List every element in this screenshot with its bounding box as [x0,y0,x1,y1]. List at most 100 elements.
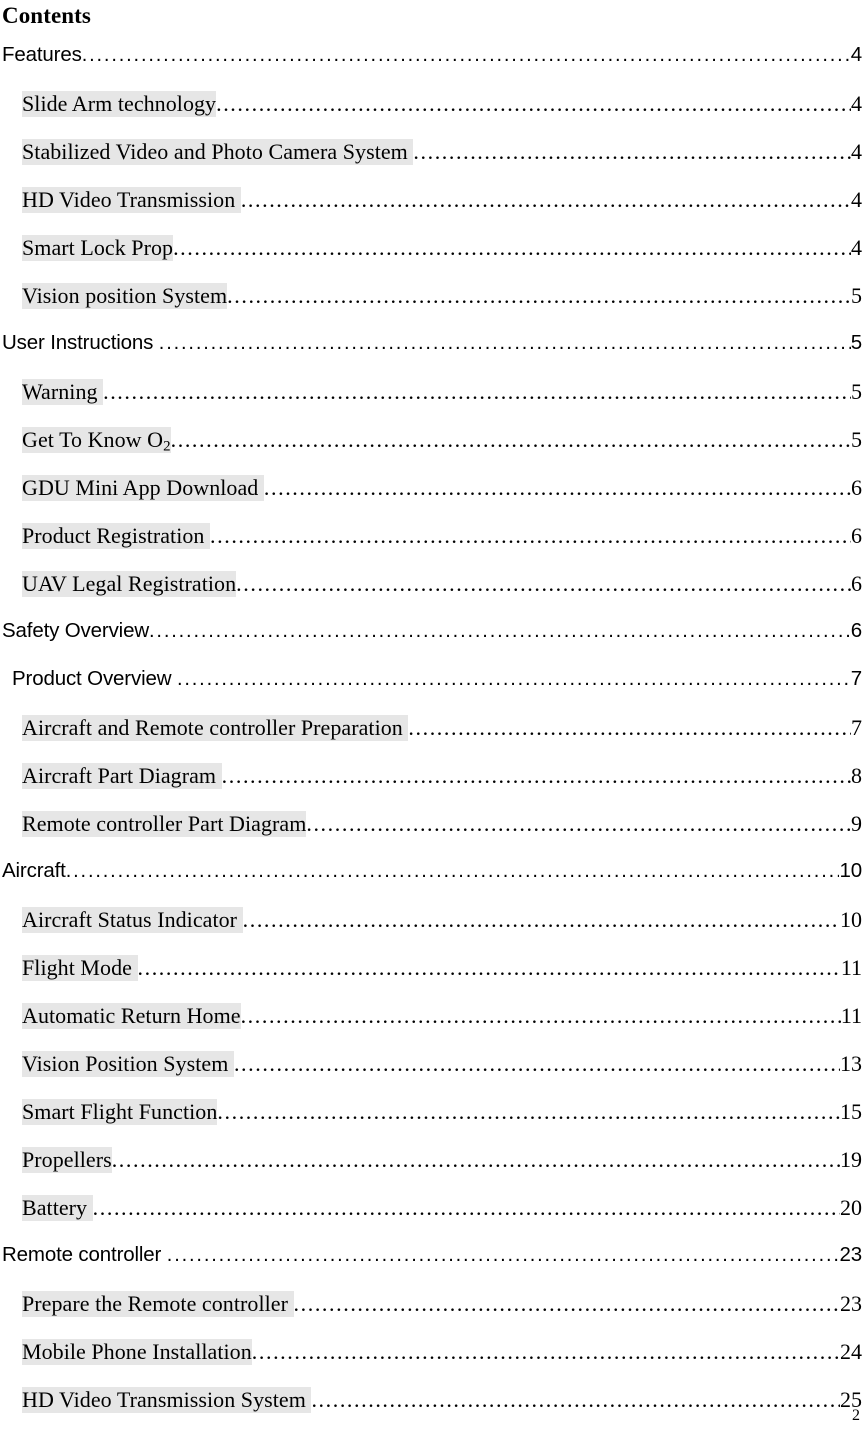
toc-entry-label: Product Registration [22,523,211,549]
toc-entry[interactable]: GDU Mini App Download 6 [2,475,862,523]
toc-dot-leader [177,669,851,689]
toc-entry-label: Slide Arm technology [22,91,217,117]
toc-entry[interactable]: Warning 5 [2,379,862,427]
toc-dot-leader [138,957,841,979]
toc-dot-leader [217,1101,840,1123]
toc-entry[interactable]: Propellers 19 [2,1147,862,1195]
toc-entry-page-number: 5 [851,379,862,404]
subscript: 2 [163,438,171,455]
toc-entry-page-number: 9 [851,811,862,836]
page-title: Contents [2,3,91,28]
toc-entry-page-number: 8 [851,763,862,788]
toc-entry[interactable]: HD Video Transmission 4 [2,187,862,235]
toc-dot-leader [264,477,851,499]
toc-entry[interactable]: User Instructions 5 [2,331,862,379]
toc-dot-leader [311,1389,840,1411]
toc-entry-label: HD Video Transmission [22,187,241,213]
toc-entry[interactable]: Smart Flight Function 15 [2,1099,862,1147]
toc-entry-label: Remote controller [2,1243,167,1266]
toc-entry[interactable]: Vision Position System 13 [2,1051,862,1099]
toc-dot-leader [294,1293,840,1315]
toc-entry[interactable]: Features 4 [2,43,862,91]
toc-entry[interactable]: Remote controller 23 [2,1243,862,1291]
toc-entry-label: Aircraft Part Diagram [22,763,222,789]
toc-entry-page-number: 5 [851,283,862,308]
toc-entry[interactable]: Product Overview 7 [2,667,862,715]
toc-entry-page-number: 7 [851,715,862,740]
toc-entry[interactable]: Aircraft Part Diagram 8 [2,763,862,811]
document-page: Contents Features4Slide Arm technology4S… [0,0,864,1429]
toc-entry-page-number: 4 [851,187,862,212]
toc-entry-page-number: 20 [840,1195,862,1220]
toc-entry-page-number: 5 [850,331,862,354]
toc-entry[interactable]: Automatic Return Home 11 [2,1003,862,1051]
toc-entry-page-number: 4 [851,235,862,260]
toc-dot-leader [149,621,851,641]
toc-dot-leader [159,333,851,353]
toc-dot-leader [103,381,851,403]
toc-entry-label: Warning [22,379,104,405]
toc-entry-page-number: 6 [850,619,862,642]
toc-entry-label: Features [2,43,82,66]
toc-entry-label: Vision Position System [22,1051,234,1077]
toc-entry[interactable]: Aircraft 10 [2,859,862,907]
toc-dot-leader [236,573,851,595]
toc-entry-label: Propellers [22,1147,112,1173]
toc-entry[interactable]: UAV Legal Registration 6 [2,571,862,619]
toc-dot-leader [234,1053,840,1075]
toc-dot-leader [112,1149,840,1171]
toc-entry-label: GDU Mini App Download [22,475,264,501]
toc-entry[interactable]: Flight Mode 11 [2,955,862,1003]
toc-dot-leader [171,429,851,451]
toc-dot-leader [227,285,851,307]
toc-entry[interactable]: Prepare the Remote controller 23 [2,1291,862,1339]
toc-entry[interactable]: Battery 20 [2,1195,862,1243]
toc-entry-label: HD Video Transmission System [22,1387,312,1413]
toc-entry-page-number: 4 [851,91,862,116]
toc-entry-page-number: 7 [850,667,862,690]
toc-entry[interactable]: Slide Arm technology 4 [2,91,862,139]
toc-entry[interactable]: Stabilized Video and Photo Camera System… [2,139,862,187]
toc-entry[interactable]: Aircraft Status Indicator 10 [2,907,862,955]
toc-entry-page-number: 4 [851,139,862,164]
toc-dot-leader [243,909,840,931]
toc-dot-leader [241,189,851,211]
toc-entry[interactable]: Remote controller Part Diagram 9 [2,811,862,859]
toc-entry-label: Smart Flight Function [22,1099,218,1125]
toc-entry-page-number: 11 [840,1003,862,1028]
toc-entry-label: Stabilized Video and Photo Camera System [22,139,414,165]
toc-entry[interactable]: HD Video Transmission System 25 [2,1387,862,1435]
toc-entry[interactable]: Safety Overview 6 [2,619,862,667]
toc-dot-leader [93,1197,840,1219]
toc-entry-page-number: 6 [851,571,862,596]
toc-entry-label: Battery [22,1195,93,1221]
toc-entry-page-number: 4 [850,43,862,66]
toc-entry-page-number: 13 [840,1051,862,1076]
toc-entry[interactable]: Vision position System 5 [2,283,862,331]
toc-entry-label: Aircraft Status Indicator [22,907,243,933]
toc-dot-leader [408,717,851,739]
toc-entry-label: Smart Lock Prop [22,235,174,261]
toc-entry-label: Product Overview [12,667,177,690]
toc-dot-leader [210,525,851,547]
toc-entry[interactable]: Smart Lock Prop 4 [2,235,862,283]
toc-entry[interactable]: Aircraft and Remote controller Preparati… [2,715,862,763]
toc-dot-leader [222,765,851,787]
toc-entry-page-number: 5 [851,427,862,452]
toc-entry-page-number: 6 [851,523,862,548]
toc-entry[interactable]: Get To Know O2 5 [2,427,862,475]
toc-dot-leader [173,237,851,259]
toc-dot-leader [241,1005,841,1027]
toc-entry-page-number: 11 [840,955,862,980]
toc-entry-label: Aircraft [2,859,66,882]
table-of-contents: Features4Slide Arm technology4Stabilized… [2,43,862,1435]
toc-entry-page-number: 10 [840,907,862,932]
toc-dot-leader [252,1341,840,1363]
toc-entry-label: Aircraft and Remote controller Preparati… [22,715,409,741]
toc-entry-page-number: 23 [839,1243,862,1266]
toc-entry[interactable]: Mobile Phone Installation 24 [2,1339,862,1387]
toc-entry-page-number: 19 [840,1147,862,1172]
toc-dot-leader [167,1245,840,1265]
toc-dot-leader [216,93,851,115]
toc-entry[interactable]: Product Registration 6 [2,523,862,571]
